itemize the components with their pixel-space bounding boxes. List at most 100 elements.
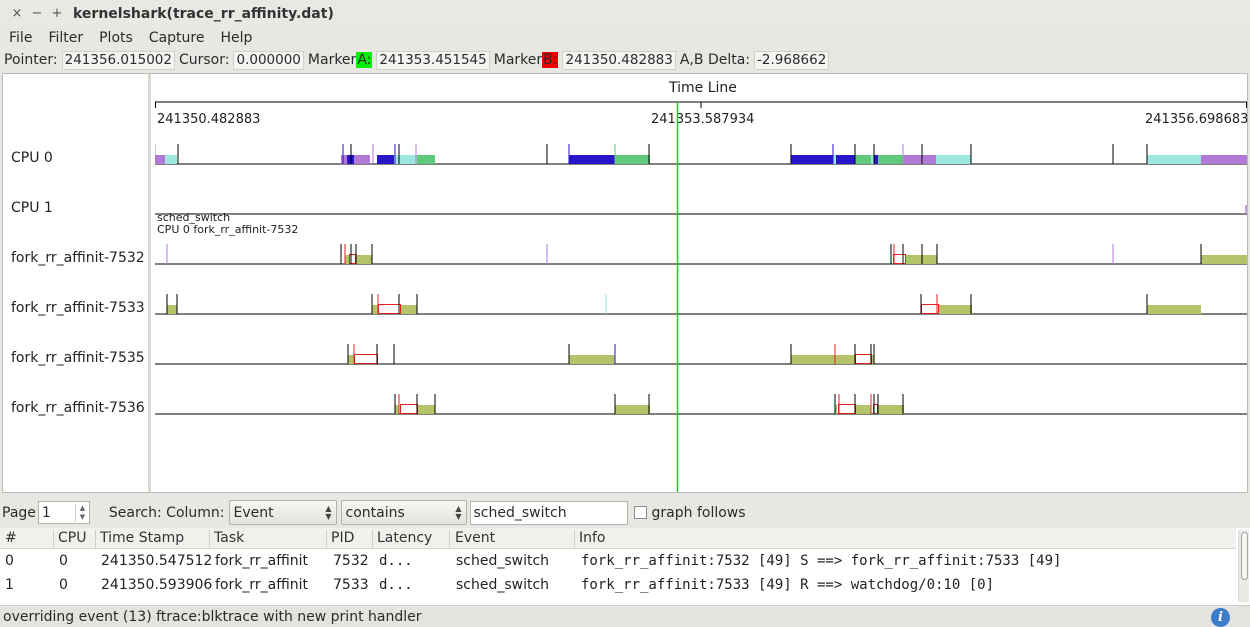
column-select[interactable]: Event ▲ ▼: [228, 500, 337, 525]
event-table[interactable]: # CPU Time Stamp Task PID Latency Event …: [0, 528, 1250, 605]
table-scrollbar[interactable]: [1238, 530, 1249, 602]
task-7536-bar: [417, 405, 435, 414]
task-7533-bar: [938, 305, 972, 314]
task-7533-latency-box: [378, 304, 401, 314]
cell-event: sched_switch: [456, 577, 550, 593]
cpu0-task-bar: [569, 155, 615, 164]
cpu0-task-bar: [904, 155, 936, 164]
cell-pid: 7533: [333, 577, 369, 593]
menu-bar: File Filter Plots Capture Help: [0, 27, 1250, 49]
task-7532-bar: [1201, 255, 1247, 264]
marker-a-value: 241353.451545: [376, 50, 490, 70]
menu-capture[interactable]: Capture: [149, 30, 205, 46]
minimize-icon[interactable]: −: [27, 6, 47, 21]
column-header-task[interactable]: Task: [214, 530, 244, 546]
column-header-cpu[interactable]: CPU: [58, 530, 86, 546]
column-header-index[interactable]: #: [5, 530, 17, 546]
delta-label: A,B Delta:: [679, 52, 751, 68]
cpu0-task-bar: [791, 155, 833, 164]
trace-plot-area[interactable]: CPU 0 CPU 1 fork_rr_affinit-7532 fork_rr…: [2, 73, 1248, 493]
table-scrollbar-thumb[interactable]: [1241, 532, 1248, 580]
graph-follows-label: graph follows: [651, 504, 746, 521]
menu-plots[interactable]: Plots: [99, 30, 133, 46]
search-column-label: Search: Column:: [108, 504, 225, 521]
column-header-pid[interactable]: PID: [331, 530, 354, 546]
close-icon[interactable]: ×: [7, 6, 27, 21]
task-7535-bar: [348, 355, 354, 364]
row-label-task-7535[interactable]: fork_rr_affinit-7535: [11, 350, 145, 366]
cursor-value: 0.000000: [233, 50, 304, 70]
cell-task: fork_rr_affinit: [215, 577, 308, 593]
spinner-arrows-icon[interactable]: ▲ ▼: [74, 503, 89, 522]
menu-help[interactable]: Help: [220, 30, 252, 46]
page-spinner-value[interactable]: 1: [39, 505, 75, 521]
marker-b-prefix: Marker: [493, 52, 543, 68]
graph-follows-checkbox[interactable]: [633, 506, 647, 519]
trace-graph-canvas[interactable]: [155, 74, 1247, 492]
cell-cpu: 0: [59, 577, 68, 593]
cpu0-task-bar: [377, 155, 394, 164]
cpu0-task-bar: [165, 155, 177, 164]
plot-labels-column: CPU 0 CPU 1 fork_rr_affinit-7532 fork_rr…: [3, 74, 151, 492]
table-row[interactable]: 0 0 241350.547512 fork_rr_affinit 7532 d…: [0, 550, 1236, 574]
marker-a-swatch: A:: [356, 52, 373, 68]
row-label-task-7536[interactable]: fork_rr_affinit-7536: [11, 400, 145, 416]
match-select[interactable]: contains ▲ ▼: [340, 500, 467, 525]
pointer-value: 241356.015002: [61, 50, 175, 70]
table-row[interactable]: 1 0 241350.593906 fork_rr_affinit 7533 d…: [0, 574, 1236, 598]
cell-info: fork_rr_affinit:7532 [49] S ==> fork_rr_…: [581, 553, 1062, 569]
marker-b-swatch: B:: [542, 52, 559, 68]
window-title: kernelshark(trace_rr_affinity.dat): [73, 5, 334, 22]
chevron-updown-icon: ▲ ▼: [325, 503, 332, 521]
column-select-value: Event: [233, 504, 274, 521]
task-7535-bar: [835, 355, 855, 364]
marker-b-label: MarkerB:: [494, 52, 559, 68]
title-bar: × − + kernelshark(trace_rr_affinity.dat): [0, 0, 1250, 27]
cpu0-task-bar: [615, 155, 650, 164]
row-label-cpu0[interactable]: CPU 0: [11, 150, 53, 166]
info-icon[interactable]: i: [1211, 608, 1230, 627]
task-7535-latency-box: [354, 354, 378, 364]
search-input[interactable]: sched_switch: [469, 500, 628, 525]
column-divider: [449, 530, 450, 548]
cpu0-task-bar: [341, 155, 347, 164]
cursor-label: Cursor:: [178, 52, 230, 68]
cpu0-task-bar: [400, 155, 417, 164]
cell-index: 0: [5, 553, 14, 569]
row-label-task-7533[interactable]: fork_rr_affinit-7533: [11, 300, 145, 316]
cell-pid: 7532: [333, 553, 369, 569]
task-7535-bar: [791, 355, 835, 364]
cell-info: fork_rr_affinit:7533 [49] R ==> watchdog…: [581, 577, 995, 593]
cpu0-task-bar: [874, 155, 878, 164]
cpu0-task-bar: [936, 155, 971, 164]
trace-graph[interactable]: Time Line 241350.482883 241353.587934 24…: [155, 74, 1248, 492]
cpu0-task-bar: [354, 155, 370, 164]
column-header-event[interactable]: Event: [455, 530, 495, 546]
cell-task: fork_rr_affinit: [215, 553, 308, 569]
page-label: Page: [2, 504, 36, 521]
pointer-label: Pointer:: [4, 52, 58, 68]
menu-file[interactable]: File: [9, 30, 32, 46]
task-7533-bar: [372, 305, 378, 314]
row-label-cpu1[interactable]: CPU 1: [11, 200, 53, 216]
menu-filter[interactable]: Filter: [48, 30, 83, 46]
delta-value: -2.968662: [754, 50, 830, 70]
column-header-timestamp[interactable]: Time Stamp: [100, 530, 184, 546]
search-controls: Page 1 ▲ ▼ Search: Column: Event ▲ ▼ conta…: [0, 499, 1250, 526]
chevron-updown-icon: ▲ ▼: [455, 503, 462, 521]
cell-timestamp: 241350.593906: [101, 577, 213, 593]
marker-a-label: MarkerA:: [308, 52, 373, 68]
cpu0-task-bar: [836, 155, 855, 164]
cpu0-task-bar: [1201, 155, 1247, 164]
column-divider: [209, 530, 210, 548]
task-7536-bar: [878, 405, 904, 414]
cell-timestamp: 241350.547512: [101, 553, 213, 569]
row-label-task-7532[interactable]: fork_rr_affinit-7532: [11, 250, 145, 266]
cell-latency: d...: [379, 553, 413, 569]
column-header-latency[interactable]: Latency: [377, 530, 432, 546]
cell-index: 1: [5, 577, 14, 593]
page-spinner[interactable]: 1 ▲ ▼: [37, 501, 90, 524]
task-7535-latency-box: [855, 354, 872, 364]
maximize-icon[interactable]: +: [47, 6, 67, 21]
column-header-info[interactable]: Info: [579, 530, 606, 546]
